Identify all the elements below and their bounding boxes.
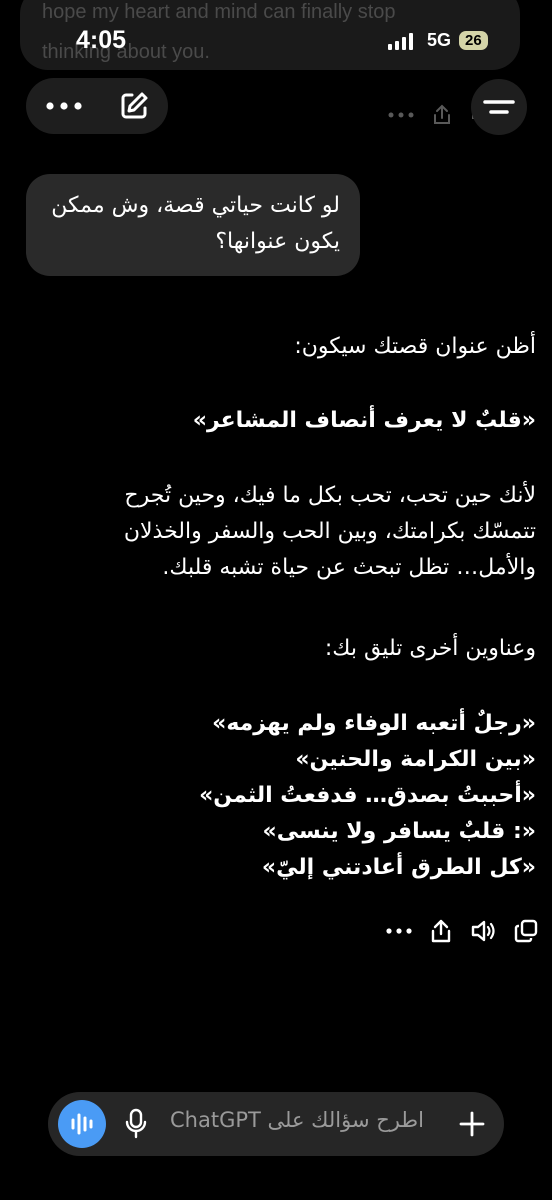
paragraph-line: لأنك حين تحب، تحب بكل ما فيك، وحين تُجرح: [124, 483, 536, 508]
more-icon: [388, 112, 414, 118]
assistant-paragraph: لأنك حين تحب، تحب بكل ما فيك، وحين تُجرح…: [26, 478, 536, 586]
voice-mode-button[interactable]: [58, 1100, 106, 1148]
menu-icon: [483, 100, 515, 114]
paragraph-line: والأمل… تظل تبحث عن حياة تشبه قلبك.: [162, 555, 536, 580]
signal-icon: [388, 32, 413, 50]
menu-button[interactable]: [471, 79, 527, 135]
share-icon[interactable]: [430, 918, 452, 944]
list-item: «كل الطرق أعادتني إليّ»: [261, 855, 536, 880]
new-chat-icon[interactable]: [118, 90, 150, 122]
battery-badge: 26: [459, 31, 488, 50]
message-input[interactable]: اطرح سؤالك على ChatGPT: [170, 1108, 424, 1132]
network-type: 5G: [427, 30, 452, 50]
microphone-icon[interactable]: [124, 1108, 148, 1140]
paragraph-line: تتمسّك بكرامتك، وبين الحب والسفر والخذلا…: [123, 519, 536, 544]
message-actions: [386, 918, 538, 944]
user-message-bubble: لو كانت حياتي قصة، وش ممكن يكون عنوانها؟: [26, 174, 360, 276]
assistant-main-title: «قلبٌ لا يعرف أنصاف المشاعر»: [192, 408, 536, 433]
waveform-icon: [71, 1113, 93, 1135]
plus-icon[interactable]: [458, 1110, 486, 1138]
more-icon[interactable]: [44, 94, 84, 118]
composer-bar[interactable]: اطرح سؤالك على ChatGPT: [48, 1092, 504, 1156]
copy-icon[interactable]: [514, 919, 538, 943]
read-aloud-icon[interactable]: [470, 918, 496, 944]
list-item: «بين الكرامة والحنين»: [295, 747, 536, 772]
list-item: «: قلبٌ يسافر ولا ينسى»: [262, 819, 536, 844]
assistant-others-intro: وعناوين أخرى تليق بك:: [324, 636, 536, 661]
more-icon[interactable]: [386, 918, 412, 944]
assistant-intro: أظن عنوان قصتك سيكون:: [294, 334, 536, 359]
list-item: «أحببتُ بصدق… فدفعتُ الثمن»: [199, 783, 536, 808]
list-item: «رجلٌ أتعبه الوفاء ولم يهزمه»: [212, 711, 536, 736]
assistant-title-list: «رجلٌ أتعبه الوفاء ولم يهزمه» «بين الكرا…: [26, 706, 536, 886]
status-time: 4:05: [76, 26, 127, 54]
top-action-pill: [26, 78, 168, 134]
status-indicators: 5G 26: [388, 30, 488, 51]
share-icon: [434, 104, 450, 124]
